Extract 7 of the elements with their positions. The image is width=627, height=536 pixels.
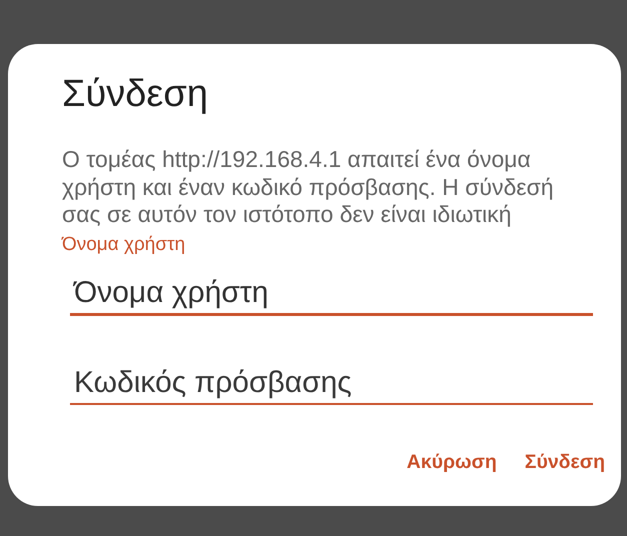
dialog-title: Σύνδεση (62, 72, 209, 117)
dialog-button[interactable]: Ακύρωση (398, 444, 505, 480)
dialog-button[interactable]: Σύνδεση (516, 444, 613, 480)
input-field[interactable]: Όνομα χρήστη (70, 256, 593, 316)
field-label: Όνομα χρήστη (62, 234, 186, 256)
dialog-message: Ο τομέας http://192.168.4.1 απαιτεί ένα όνομα χρήστη και έναν κωδικό πρόσβασης. Η σύνδεσή σας σε αυτόν τον ιστότοπο δεν είναι ιδιωτική (62, 146, 554, 228)
input-field[interactable]: Κωδικός πρόσβασης (70, 346, 593, 404)
